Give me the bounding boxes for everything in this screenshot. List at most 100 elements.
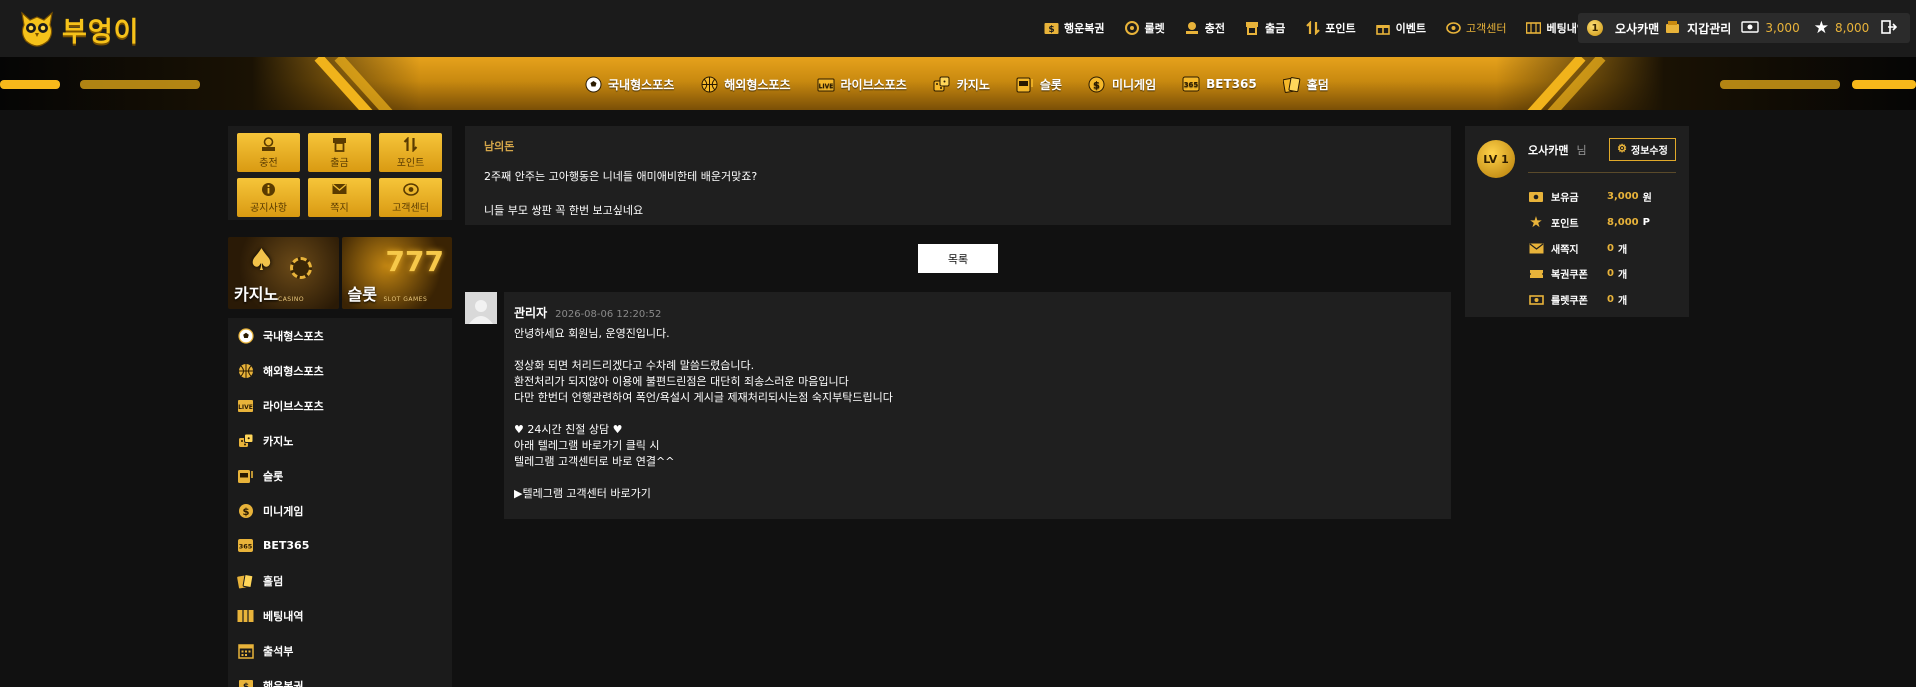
comment-author: 관리자	[514, 306, 548, 320]
side-menu-casino[interactable]: 카지노	[228, 423, 452, 458]
quick-notice-button[interactable]: 공지사항	[237, 178, 300, 217]
quick-point-button[interactable]: 포인트	[379, 133, 442, 172]
mail-icon	[332, 181, 348, 197]
stat-messages-unit: 개	[1617, 244, 1628, 256]
nav-withdraw[interactable]: 출금	[1245, 20, 1285, 36]
side-menu-holdem-label: 홀덤	[263, 574, 284, 588]
point-icon	[1305, 21, 1320, 36]
calendar-icon	[237, 642, 254, 659]
side-menu-casino-label: 카지노	[263, 434, 294, 448]
roulette-icon	[1124, 21, 1139, 36]
slot-icon	[237, 467, 254, 484]
decor-stripe-left-2	[80, 80, 200, 89]
game-nav-slot[interactable]: 슬롯	[1016, 75, 1062, 93]
nav-point-label: 포인트	[1325, 22, 1356, 35]
username[interactable]: 오사카맨	[1615, 20, 1659, 37]
betting-history-icon	[237, 607, 254, 624]
comment-line: 다만 한번더 언행관련하여 폭언/욕설시 게시글 제재처리되시는점 숙지부탁드립…	[514, 391, 893, 404]
side-menu-attendance[interactable]: 출석부	[228, 633, 452, 668]
dice-icon	[237, 432, 254, 449]
side-menu-lottery-label: 행운복권	[263, 679, 304, 687]
casino-banner-title: 카지노	[234, 285, 279, 304]
star-icon: ★	[1813, 17, 1829, 38]
profile-username: 오사카맨	[1528, 144, 1569, 157]
stat-points: ★ 포인트 8,000 P	[1528, 210, 1652, 236]
nav-roulette[interactable]: 룰렛	[1124, 20, 1165, 36]
svg-text:365: 365	[239, 543, 253, 551]
quick-withdraw-label: 출금	[330, 158, 349, 169]
stat-points-label: 포인트	[1551, 219, 1579, 231]
comment-line: 정상화 되면 처리드리겠다고 수차례 말씀드렸습니다.	[514, 359, 755, 372]
game-nav-minigame[interactable]: $ 미니게임	[1088, 75, 1156, 93]
game-nav-casino-label: 카지노	[956, 77, 990, 92]
game-nav-overseas-sports[interactable]: 해외형스포츠	[700, 75, 791, 93]
edit-profile-button[interactable]: ⚙ 정보수정	[1609, 138, 1676, 161]
side-menu-bet365[interactable]: 365 BET365	[228, 528, 452, 563]
quick-withdraw-button[interactable]: 출금	[308, 133, 371, 172]
game-nav-domestic-sports-label: 국내형스포츠	[608, 77, 675, 92]
betting-history-icon	[1526, 21, 1542, 36]
slot-banner-sub: SLOT GAMES	[383, 296, 428, 303]
slot-banner[interactable]: 777 슬롯 SLOT GAMES	[341, 237, 452, 309]
side-menu-bet365-label: BET365	[263, 539, 310, 552]
quick-support-button[interactable]: 고객센터	[379, 178, 442, 217]
bet365-icon: 365	[1182, 75, 1200, 93]
side-menu-slot[interactable]: 슬롯	[228, 458, 452, 493]
decor-stripe-left	[0, 80, 60, 89]
comment-date: 2026-08-06 12:20:52	[555, 309, 662, 320]
svg-text:$: $	[1093, 80, 1100, 91]
gift-icon	[1376, 21, 1391, 36]
quick-action-grid: 충전 출금 포인트 공지사항 쪽지 고객센터	[228, 126, 452, 220]
game-banners: ♠ 카지노 CASINO 777 슬롯 SLOT GAMES	[228, 237, 452, 309]
nav-support[interactable]: 고객센터	[1446, 20, 1506, 36]
game-nav-bet365[interactable]: 365 BET365	[1182, 75, 1257, 93]
quick-message-button[interactable]: 쪽지	[308, 178, 371, 217]
stat-points-unit: P	[1642, 217, 1650, 229]
user-summary-bar: 1 오사카맨 지갑관리 3,000 ★ 8,000	[1578, 13, 1910, 43]
logout-icon[interactable]	[1881, 19, 1898, 37]
coin-icon: $	[1088, 75, 1106, 93]
wallet-manage-link[interactable]: 지갑관리	[1687, 20, 1731, 37]
stat-messages[interactable]: 새쪽지 0 개	[1528, 235, 1652, 261]
side-menu-live-sports[interactable]: LIVE 라이브스포츠	[228, 388, 452, 423]
side-menu-overseas-sports[interactable]: 해외형스포츠	[228, 353, 452, 388]
game-nav-holdem-label: 홀덤	[1306, 77, 1329, 92]
star-icon: ★	[1529, 213, 1543, 232]
quick-message-label: 쪽지	[330, 203, 349, 214]
cards-icon	[237, 572, 254, 589]
side-menu-lottery[interactable]: $ 행운복권	[228, 668, 452, 687]
svg-text:$: $	[242, 682, 248, 687]
side-menu-betting-history[interactable]: 베팅내역	[228, 598, 452, 633]
deposit-icon	[1185, 21, 1200, 36]
nav-event-label: 이벤트	[1395, 22, 1426, 35]
nav-deposit[interactable]: 충전	[1185, 20, 1225, 36]
side-menu-live-sports-label: 라이브스포츠	[263, 399, 324, 413]
game-nav-casino[interactable]: 카지노	[933, 75, 990, 93]
nav-lottery[interactable]: $ 행운복권	[1044, 20, 1104, 36]
coin-icon: $	[237, 502, 254, 519]
svg-text:LIVE: LIVE	[818, 83, 833, 90]
back-to-list-button[interactable]: 목록	[918, 244, 998, 273]
soccer-icon	[237, 327, 254, 344]
side-menu-holdem[interactable]: 홀덤	[228, 563, 452, 598]
comment-line: 아래 텔레그램 바로가기 클릭 시	[514, 439, 660, 452]
game-nav-live-sports[interactable]: LIVE 라이브스포츠	[817, 75, 907, 93]
comment-blank-line	[514, 342, 1441, 358]
comment-line: 환전처리가 되지않아 이용에 불편드린점은 대단히 죄송스러운 마음입니다	[514, 375, 849, 388]
telegram-support-link[interactable]: ▶텔레그램 고객센터 바로가기	[514, 486, 1441, 502]
side-menu-minigame[interactable]: $ 미니게임	[228, 493, 452, 528]
site-logo[interactable]: 부엉이	[18, 10, 140, 48]
game-nav-domestic-sports[interactable]: 국내형스포츠	[584, 75, 674, 93]
svg-text:$: $	[1048, 25, 1054, 35]
game-nav-holdem[interactable]: 홀덤	[1282, 75, 1329, 93]
nav-event[interactable]: 이벤트	[1376, 20, 1426, 36]
default-avatar-icon	[469, 300, 493, 324]
casino-banner[interactable]: ♠ 카지노 CASINO	[228, 237, 339, 309]
quick-deposit-button[interactable]: 충전	[237, 133, 300, 172]
live-icon: LIVE	[237, 397, 254, 414]
bet365-icon: 365	[237, 537, 254, 554]
side-menu-domestic-sports[interactable]: 국내형스포츠	[228, 318, 452, 353]
top-header: 부엉이 $ 행운복권 룰렛 충전 출금 포인트 이벤트 고객센터 베팅내역 1 …	[0, 0, 1916, 57]
nav-point[interactable]: 포인트	[1305, 20, 1356, 36]
basketball-icon	[237, 362, 254, 379]
